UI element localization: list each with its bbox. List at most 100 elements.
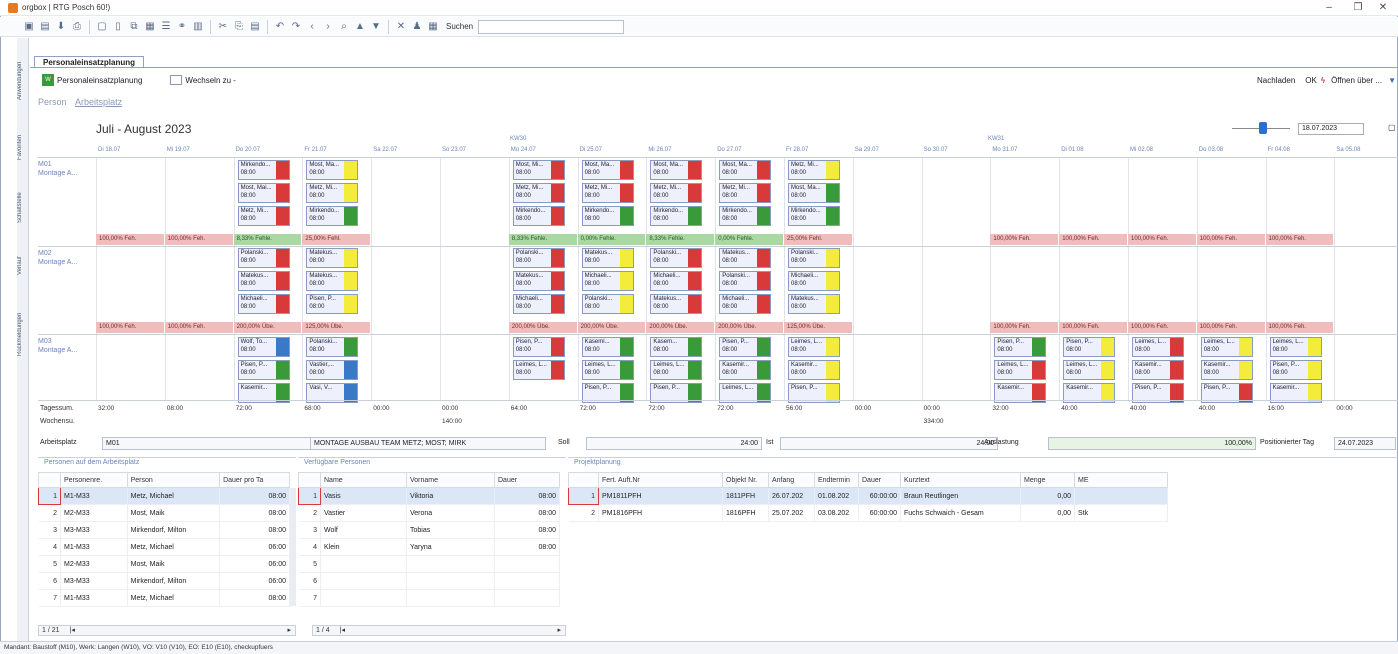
assignment-card[interactable]: Michaeli... 08:00 xyxy=(788,271,840,291)
ist-field[interactable]: 24:00 xyxy=(780,437,998,450)
assignment-card[interactable]: Mirkendo... 08:00 xyxy=(306,206,359,226)
lightning-icon[interactable]: ϟ xyxy=(1321,76,1325,85)
open-via-menu[interactable]: Öffnen über ... xyxy=(1331,76,1382,85)
assignment-card[interactable]: Pisen, P... 08:00 xyxy=(1269,360,1322,380)
tab-person[interactable]: Person xyxy=(38,97,67,107)
capacity-band[interactable]: 100,00% Feh. xyxy=(1128,322,1196,333)
capacity-band[interactable]: 100,00% Feh. xyxy=(96,234,164,245)
assignment-card[interactable]: Matekus... 08:00 xyxy=(581,248,634,268)
capacity-band[interactable]: 0,00% Fehle. xyxy=(715,234,783,245)
zoom-icon[interactable]: ⌕ xyxy=(337,20,351,34)
switch-menu[interactable]: Wechseln zu - xyxy=(185,76,236,85)
table-row[interactable]: 5 M2-M33 Most, Maik 06:00 xyxy=(38,555,290,573)
assignment-card[interactable]: Leimes, L... 08:00 xyxy=(1132,337,1184,357)
assignment-card[interactable]: Polanski... 08:00 xyxy=(237,248,290,268)
date-picker[interactable]: 18.07.2023 xyxy=(1298,123,1364,135)
col-header-order[interactable]: Fert. Auft.Nr xyxy=(598,472,723,488)
capacity-band[interactable]: 100,00% Feh. xyxy=(1196,322,1265,333)
calendar-icon[interactable]: ▦ xyxy=(143,20,157,34)
assignment-card[interactable]: Pisen, P... 08:00 xyxy=(306,294,359,314)
table-row[interactable]: 1 PM1811PFH 1811PFH 26.07.202 01.08.202 60:00… xyxy=(568,487,1168,505)
col-header-text[interactable]: Kurztext xyxy=(900,472,1021,488)
side-tab-favorites[interactable]: Favoriten xyxy=(17,122,29,172)
col-header-qty[interactable]: Menge xyxy=(1020,472,1075,488)
open-icon[interactable]: ▤ xyxy=(38,20,52,34)
capacity-band[interactable]: 100,00% Feh. xyxy=(1196,234,1265,245)
table-row[interactable]: 3 M3-M33 Mirkendorf, Milton 08:00 xyxy=(38,521,290,539)
assignment-card[interactable]: Metz, Mi... 08:00 xyxy=(788,160,840,180)
col-header-unit[interactable]: ME xyxy=(1074,472,1168,488)
assignment-card[interactable]: Most, Ma... 08:00 xyxy=(306,160,359,180)
assignment-card[interactable]: Leimes, L... 08:00 xyxy=(512,360,565,380)
zoom-slider-thumb[interactable] xyxy=(1259,122,1267,134)
assignment-card[interactable]: Michaeli... 08:00 xyxy=(237,294,290,314)
assignment-card[interactable]: Vastier,... 08:00 xyxy=(306,360,359,380)
table-row[interactable]: 7 xyxy=(298,589,560,607)
ok-button[interactable]: OK xyxy=(1305,76,1317,85)
auslastung-field[interactable]: 100,00% xyxy=(1048,437,1256,450)
col-header-duration[interactable]: Dauer xyxy=(858,472,901,488)
pager-next-icon[interactable]: ▸ xyxy=(287,626,291,635)
assignment-card[interactable]: Matekus... 08:00 xyxy=(512,271,565,291)
persons-scrollbar[interactable] xyxy=(290,488,296,606)
pos-day-field[interactable]: 24.07.2023 xyxy=(1334,437,1396,450)
side-tab-applications[interactable]: Anwendungen xyxy=(17,46,29,116)
table-row[interactable]: 7 M1-M33 Metz, Michael 08:00 xyxy=(38,589,290,607)
down-icon[interactable]: ▼ xyxy=(369,20,383,34)
col-header-firstname[interactable]: Vorname xyxy=(406,472,495,488)
assignment-card[interactable]: Polanski... 08:00 xyxy=(512,248,565,268)
assignment-card[interactable]: Pisen, P... 08:00 xyxy=(994,337,1047,357)
capacity-band[interactable]: 100,00% Feh. xyxy=(1265,322,1334,333)
pager-prev-icon[interactable]: |◂ xyxy=(70,627,75,634)
assignment-card[interactable]: Michaeli... 08:00 xyxy=(581,271,634,291)
assignment-card[interactable]: Leimes, L... 08:00 xyxy=(581,360,634,380)
col-header-person-nr[interactable]: Personenre. xyxy=(60,472,128,488)
capacity-band[interactable]: 125,00% Übe. xyxy=(302,322,371,333)
assignment-card[interactable]: Leimes, L... 08:00 xyxy=(1200,337,1253,357)
assignment-card[interactable]: Most, Mai... 08:00 xyxy=(237,183,290,203)
assignment-card[interactable]: Mirkendo... 08:00 xyxy=(650,206,703,226)
cut-icon[interactable]: ✂ xyxy=(216,20,230,34)
assignment-card[interactable]: Mirkendo... 08:00 xyxy=(581,206,634,226)
assignment-card[interactable]: Metz, Mi... 08:00 xyxy=(581,183,634,203)
assignment-card[interactable]: Most, Mi... 08:00 xyxy=(512,160,565,180)
capacity-band[interactable]: 25,00% Fehl. xyxy=(302,234,371,245)
col-header-person[interactable]: Person xyxy=(126,472,221,488)
assignment-card[interactable]: Kasemir... 08:00 xyxy=(1132,360,1184,380)
assignment-card[interactable]: Matekus... 08:00 xyxy=(788,294,840,314)
assignment-card[interactable]: Michaeli... 08:00 xyxy=(512,294,565,314)
workplace-row-label[interactable]: M01 Montage A... xyxy=(38,160,77,178)
assignment-card[interactable]: Kasemi... 08:00 xyxy=(581,337,634,357)
workplace-row-label[interactable]: M03 Montage A... xyxy=(38,337,77,355)
reload-button[interactable]: Nachladen xyxy=(1257,76,1295,85)
assignment-card[interactable]: Polanski... 08:00 xyxy=(581,294,634,314)
side-tab-switchboard[interactable]: Schaltstelle xyxy=(17,178,29,238)
col-header-duration[interactable]: Dauer xyxy=(494,472,560,488)
up-icon[interactable]: ▲ xyxy=(353,20,367,34)
persons-pager[interactable]: 1 / 21 |◂ ▸ xyxy=(38,625,296,636)
calendar-dropdown-icon[interactable]: ▢ xyxy=(1388,123,1396,132)
save-icon[interactable]: ⬇ xyxy=(54,20,68,34)
assignment-card[interactable]: Metz, Mi... 08:00 xyxy=(237,206,290,226)
table-row[interactable]: 6 M3-M33 Mirkendorf, Milton 06:00 xyxy=(38,572,290,590)
team-icon[interactable]: ♟ xyxy=(410,20,424,34)
assignment-card[interactable]: Michaeli... 08:00 xyxy=(719,294,772,314)
forward-icon[interactable]: › xyxy=(321,20,335,34)
assignment-card[interactable]: Pisen, P... 08:00 xyxy=(1063,337,1116,357)
capacity-band[interactable]: 100,00% Feh. xyxy=(1265,234,1334,245)
assignment-card[interactable]: Matekus... 08:00 xyxy=(237,271,290,291)
side-tab-history[interactable]: Verlauf xyxy=(17,244,29,288)
cancel-icon[interactable]: ✕ xyxy=(394,20,408,34)
capacity-band[interactable]: 125,00% Übe. xyxy=(784,322,852,333)
workplace-row-label[interactable]: M02 Montage A... xyxy=(38,249,77,267)
side-tab-feedback[interactable]: Rückmeldungen xyxy=(17,294,29,374)
grid-icon[interactable]: ▥ xyxy=(191,20,205,34)
assignment-card[interactable]: Mirkendo... 08:00 xyxy=(788,206,840,226)
print-icon[interactable]: ⎙ xyxy=(70,20,84,34)
capacity-band[interactable]: 200,00% Übe. xyxy=(715,322,783,333)
back-icon[interactable]: ‹ xyxy=(305,20,319,34)
col-header-duration[interactable]: Dauer pro Ta xyxy=(219,472,290,488)
table-row[interactable]: 1 Vasis Viktoria 08:00 xyxy=(298,487,560,505)
assignment-card[interactable]: Pisen, P... 08:00 xyxy=(237,360,290,380)
module-label[interactable]: Personaleinsatzplanung xyxy=(57,76,142,85)
